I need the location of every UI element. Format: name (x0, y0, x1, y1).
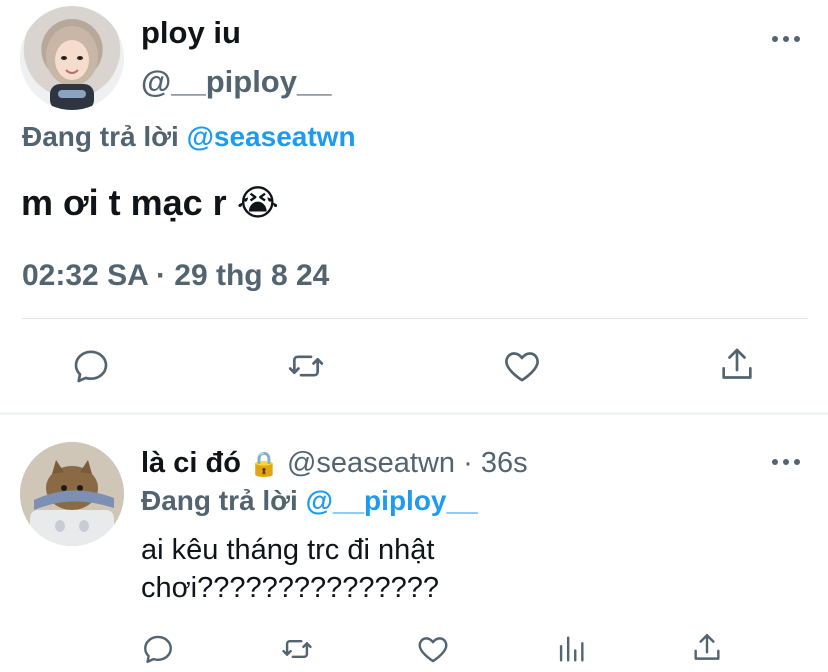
reply-to-link[interactable]: @seaseatwn (187, 121, 356, 152)
section-divider (0, 412, 828, 415)
display-name[interactable]: là ci đó (141, 447, 241, 479)
lock-icon: 🔒 (248, 451, 279, 478)
share-icon (722, 348, 752, 379)
like-icon (505, 352, 539, 382)
timestamp[interactable]: 02:32 SA · 29 thg 8 24 (22, 259, 329, 293)
reply-header: là ci đó 🔒 @seaseatwn · 36s (141, 446, 528, 482)
tweet-text-line-2: chơi??????????????? (141, 572, 440, 604)
share-icon (694, 634, 720, 660)
analytics-button[interactable] (554, 632, 588, 666)
retweet-icon (282, 640, 312, 658)
avatar[interactable] (20, 6, 124, 110)
reply-icon (74, 350, 108, 383)
handle[interactable]: @__piploy__ (141, 64, 331, 100)
tweet-text: m ơi t mạc r 😭 (21, 183, 279, 223)
divider (22, 318, 808, 319)
reply-prefix: Đang trả lời (141, 485, 298, 516)
reply-button[interactable] (141, 632, 175, 666)
share-button[interactable] (717, 345, 757, 385)
avatar-image (20, 442, 124, 546)
retweet-icon (288, 355, 324, 377)
more-icon[interactable] (772, 458, 800, 466)
like-button[interactable] (502, 346, 542, 386)
tweet-text-line-1: ai kêu tháng trc đi nhật (141, 534, 435, 566)
more-icon[interactable] (772, 35, 800, 43)
relative-time[interactable]: 36s (481, 447, 528, 479)
reply-context: Đang trả lời @__piploy__ (141, 484, 478, 518)
handle[interactable]: @seaseatwn (287, 447, 455, 479)
avatar[interactable] (20, 442, 124, 546)
tweet-text-content: m ơi t mạc r (21, 182, 227, 223)
analytics-icon (559, 636, 584, 662)
avatar-image (46, 26, 98, 110)
reply-prefix: Đang trả lời (22, 121, 179, 152)
like-button[interactable] (416, 632, 450, 666)
separator: · (463, 447, 473, 479)
reply-context: Đang trả lời @seaseatwn (22, 120, 356, 154)
retweet-button[interactable] (286, 346, 326, 386)
reply-button[interactable] (71, 346, 111, 386)
like-icon (418, 637, 448, 663)
retweet-button[interactable] (280, 632, 314, 666)
share-button[interactable] (690, 631, 724, 665)
reply-to-link[interactable]: @__piploy__ (306, 485, 478, 516)
reply-icon (144, 635, 172, 663)
display-name[interactable]: ploy iu (141, 16, 241, 50)
crying-emoji: 😭 (236, 182, 279, 223)
